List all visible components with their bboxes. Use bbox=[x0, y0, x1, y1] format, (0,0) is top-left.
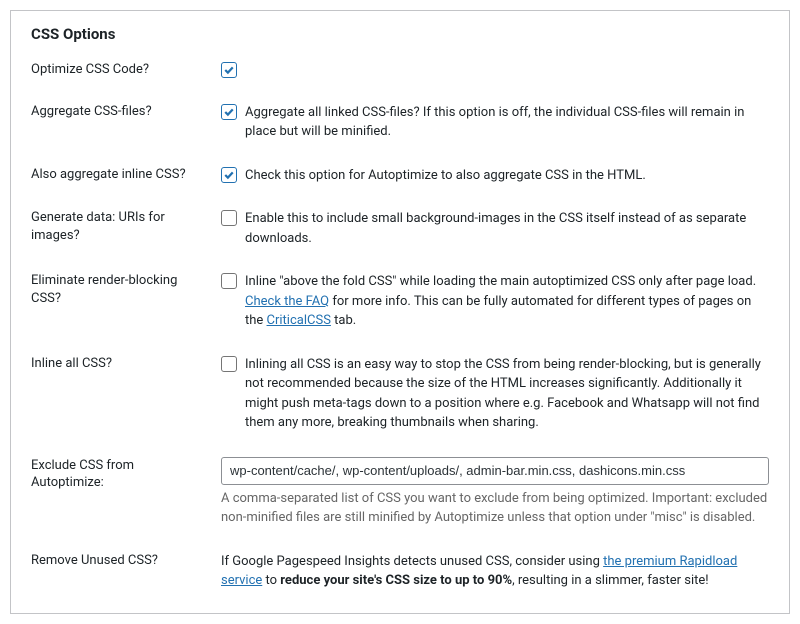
checkmark-icon bbox=[223, 64, 235, 76]
label-datauri: Generate data: URIs for images? bbox=[31, 209, 221, 244]
checkmark-icon bbox=[223, 106, 235, 118]
row-optimize: Optimize CSS Code? bbox=[31, 61, 769, 79]
checkbox-inlinecss[interactable] bbox=[221, 167, 237, 183]
row-exclude: Exclude CSS from Autoptimize: A comma-se… bbox=[31, 457, 769, 528]
desc-text: If Google Pagespeed Insights detects unu… bbox=[221, 554, 603, 569]
desc-text: , resulting in a slimmer, faster site! bbox=[512, 573, 709, 588]
desc-datauri: Enable this to include small background-… bbox=[245, 209, 769, 248]
label-exclude: Exclude CSS from Autoptimize: bbox=[31, 457, 221, 492]
desc-inlinecss: Check this option for Autoptimize to als… bbox=[245, 166, 646, 186]
row-inlineall: Inline all CSS? Inlining all CSS is an e… bbox=[31, 355, 769, 433]
checkbox-inlineall[interactable] bbox=[221, 356, 237, 372]
desc-text: to bbox=[262, 573, 280, 588]
desc-aggregate: Aggregate all linked CSS-files? If this … bbox=[245, 103, 769, 142]
link-criticalcss[interactable]: CriticalCSS bbox=[267, 313, 331, 328]
checkbox-aggregate[interactable] bbox=[221, 104, 237, 120]
checkbox-datauri[interactable] bbox=[221, 210, 237, 226]
desc-text: Inline "above the fold CSS" while loadin… bbox=[245, 274, 756, 289]
exclude-css-input[interactable] bbox=[221, 457, 769, 485]
label-inlineall: Inline all CSS? bbox=[31, 355, 221, 373]
desc-strong: reduce your site's CSS size to up to 90% bbox=[280, 573, 512, 588]
checkmark-icon bbox=[223, 169, 235, 181]
panel-title: CSS Options bbox=[31, 25, 769, 43]
label-renderblock: Eliminate render-blocking CSS? bbox=[31, 272, 221, 307]
row-removeunused: Remove Unused CSS? If Google Pagespeed I… bbox=[31, 552, 769, 591]
label-inlinecss: Also aggregate inline CSS? bbox=[31, 166, 221, 184]
desc-removeunused: If Google Pagespeed Insights detects unu… bbox=[221, 552, 769, 591]
desc-renderblock: Inline "above the fold CSS" while loadin… bbox=[245, 272, 769, 331]
label-removeunused: Remove Unused CSS? bbox=[31, 552, 221, 570]
css-options-panel: CSS Options Optimize CSS Code? Aggregate… bbox=[10, 10, 790, 614]
row-inlinecss: Also aggregate inline CSS? Check this op… bbox=[31, 166, 769, 186]
row-renderblock: Eliminate render-blocking CSS? Inline "a… bbox=[31, 272, 769, 331]
desc-text: tab. bbox=[331, 313, 356, 328]
link-faq[interactable]: Check the FAQ bbox=[245, 294, 329, 309]
row-aggregate: Aggregate CSS-files? Aggregate all linke… bbox=[31, 103, 769, 142]
row-datauri: Generate data: URIs for images? Enable t… bbox=[31, 209, 769, 248]
checkbox-optimize[interactable] bbox=[221, 62, 237, 78]
label-optimize: Optimize CSS Code? bbox=[31, 61, 221, 79]
label-aggregate: Aggregate CSS-files? bbox=[31, 103, 221, 121]
help-exclude: A comma-separated list of CSS you want t… bbox=[221, 489, 769, 528]
checkbox-renderblock[interactable] bbox=[221, 273, 237, 289]
desc-inlineall: Inlining all CSS is an easy way to stop … bbox=[245, 355, 769, 433]
